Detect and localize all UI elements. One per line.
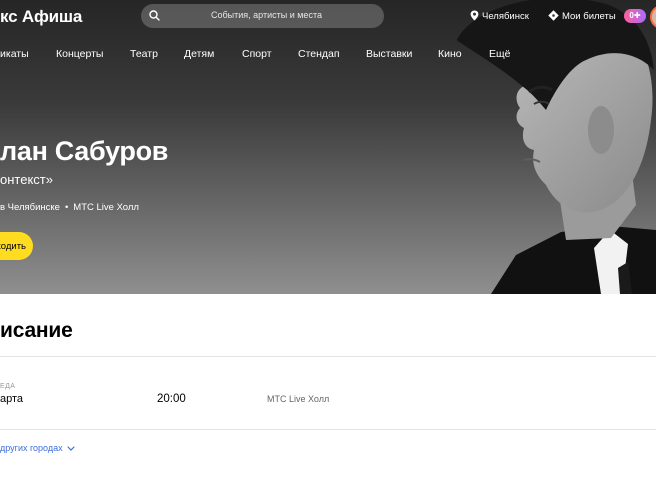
nav-item-kids[interactable]: Детям bbox=[184, 48, 214, 60]
city-label: Челябинск bbox=[482, 11, 529, 22]
separator-dot: • bbox=[64, 202, 69, 213]
schedule-date: арта bbox=[0, 393, 24, 405]
city-selector[interactable]: Челябинск bbox=[470, 10, 529, 22]
artist-portrait bbox=[456, 0, 656, 294]
location-pin-icon bbox=[470, 10, 479, 21]
other-cities-link[interactable]: других городах bbox=[0, 443, 75, 453]
my-tickets-link[interactable]: Мои билеты bbox=[548, 10, 616, 22]
event-subtitle: онтекст» bbox=[0, 172, 53, 187]
search-placeholder: События, артисты и места bbox=[211, 10, 322, 20]
nav-item-bestsellers[interactable]: икаты bbox=[0, 48, 29, 60]
nav-item-concerts[interactable]: Концерты bbox=[56, 48, 103, 60]
plus-icon: ✚ bbox=[633, 11, 641, 20]
other-cities-label: других городах bbox=[0, 443, 63, 453]
nav-item-standup[interactable]: Стендап bbox=[298, 48, 340, 60]
event-hero: кс Афиша События, артисты и места Челяби… bbox=[0, 0, 656, 294]
event-venue[interactable]: МТС Live Холл bbox=[73, 202, 139, 213]
schedule-time[interactable]: 20:00 bbox=[157, 393, 186, 405]
schedule-venue[interactable]: МТС Live Холл bbox=[267, 394, 329, 404]
ticket-icon bbox=[548, 10, 559, 21]
plus-points-badge[interactable]: 0✚ bbox=[624, 9, 646, 23]
tickets-label: Мои билеты bbox=[562, 11, 616, 22]
divider bbox=[0, 429, 656, 430]
divider bbox=[0, 356, 656, 357]
attend-button[interactable]: ходить bbox=[0, 232, 33, 260]
event-meta: в Челябинске • МТС Live Холл bbox=[0, 202, 139, 213]
chevron-down-icon bbox=[67, 446, 75, 451]
afisha-logo[interactable]: кс Афиша bbox=[0, 7, 82, 27]
user-avatar[interactable] bbox=[650, 5, 656, 29]
event-title: лан Сабуров bbox=[0, 136, 169, 166]
schedule-day: ЕДА bbox=[0, 383, 16, 390]
nav-item-cinema[interactable]: Кино bbox=[438, 48, 462, 60]
nav-item-sport[interactable]: Спорт bbox=[242, 48, 272, 60]
search-bar[interactable]: События, артисты и места bbox=[141, 4, 384, 28]
nav-item-theatre[interactable]: Театр bbox=[130, 48, 158, 60]
category-nav: икаты Концерты Театр Детям Спорт Стендап… bbox=[0, 48, 656, 62]
schedule-title: исание bbox=[0, 319, 73, 342]
nav-item-more[interactable]: Ещё bbox=[489, 48, 510, 60]
header: кс Афиша События, артисты и места Челяби… bbox=[0, 0, 656, 34]
event-city: в Челябинске bbox=[0, 202, 60, 213]
nav-item-exhibitions[interactable]: Выставки bbox=[366, 48, 412, 60]
